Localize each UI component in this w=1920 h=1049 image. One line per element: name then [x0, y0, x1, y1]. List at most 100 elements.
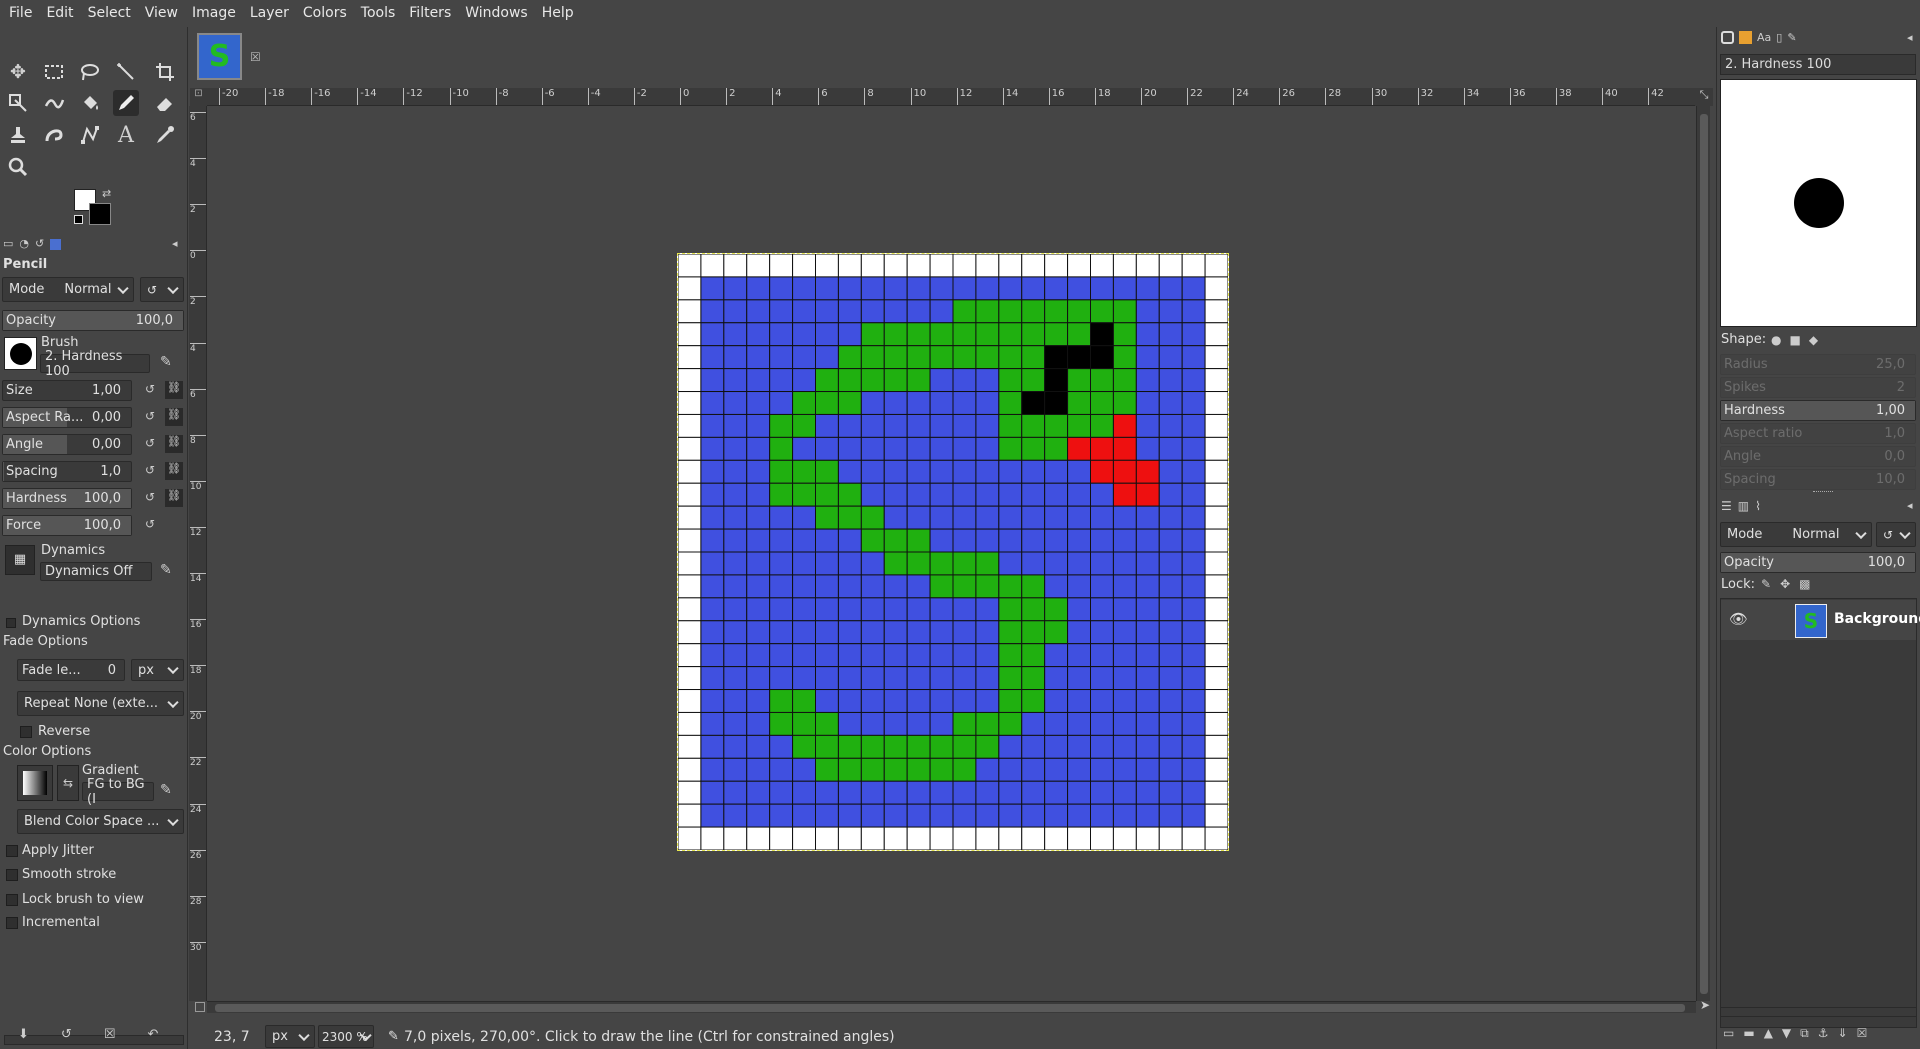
- fuzzy-select-tool-icon[interactable]: [113, 59, 139, 85]
- menu-help[interactable]: Help: [535, 0, 581, 27]
- apply-jitter-checkbox[interactable]: [6, 845, 18, 857]
- menu-layer[interactable]: Layer: [243, 0, 296, 27]
- color-picker-tool-icon[interactable]: [152, 122, 178, 148]
- default-colors-icon[interactable]: [74, 215, 83, 224]
- fade-length-field[interactable]: Fade le... 0: [17, 659, 125, 681]
- layers-tab-icon[interactable]: ☰: [1721, 499, 1732, 513]
- layers-configure-icon[interactable]: ◂: [1907, 499, 1913, 512]
- reset-mode-button[interactable]: ↺: [140, 277, 184, 302]
- brushes-configure-icon[interactable]: ◂: [1907, 31, 1913, 44]
- menu-view[interactable]: View: [138, 0, 185, 27]
- layer-mode-combo[interactable]: Mode Normal: [1720, 522, 1872, 547]
- opacity-slider[interactable]: Opacity 100,0: [2, 310, 184, 331]
- swap-colors-icon[interactable]: ⇄: [102, 187, 111, 200]
- pixel-art[interactable]: [677, 253, 1229, 851]
- menu-colors[interactable]: Colors: [296, 0, 354, 27]
- image-tab-thumbnail[interactable]: S: [197, 33, 242, 80]
- save-preset-icon[interactable]: ⬇: [18, 1027, 29, 1042]
- angle-slider[interactable]: Angle 0,00: [2, 434, 132, 455]
- brush-editor-tab-icon[interactable]: ✎: [1787, 31, 1796, 44]
- unit-combo[interactable]: px: [265, 1025, 315, 1048]
- fade-unit-combo[interactable]: px: [131, 659, 184, 681]
- aspect-reset-icon[interactable]: ↺: [145, 409, 155, 423]
- pencil-tool-icon[interactable]: [113, 90, 139, 116]
- menu-tools[interactable]: Tools: [354, 0, 403, 27]
- horizontal-scrollbar[interactable]: [207, 1001, 1696, 1013]
- lock-pixels-icon[interactable]: ✎: [1761, 577, 1771, 591]
- hardness-reset-icon[interactable]: ↺: [145, 490, 155, 504]
- brush-name-field[interactable]: 2. Hardness 100: [40, 349, 150, 379]
- dynamics-options-expander[interactable]: [6, 618, 16, 628]
- new-layer-icon[interactable]: ▭: [1723, 1026, 1734, 1041]
- warp-transform-tool-icon[interactable]: [41, 90, 67, 116]
- dynamics-icon[interactable]: ▦: [5, 545, 35, 575]
- eraser-tool-icon[interactable]: [152, 90, 178, 116]
- incremental-checkbox[interactable]: [6, 917, 18, 929]
- size-reset-icon[interactable]: ↺: [145, 382, 155, 396]
- lasso-tool-icon[interactable]: [77, 59, 103, 85]
- close-image-tab-icon[interactable]: ☒: [250, 50, 261, 64]
- circle-shape-icon[interactable]: ●: [1771, 333, 1781, 347]
- zoom-tool-icon[interactable]: [5, 154, 31, 180]
- new-layer-group-icon[interactable]: ▬: [1743, 1026, 1754, 1041]
- brush-editor-name[interactable]: 2. Hardness 100: [1720, 54, 1916, 75]
- vertical-scroll-thumb[interactable]: [1700, 114, 1708, 994]
- layer-name[interactable]: Background: [1834, 611, 1920, 627]
- lock-alpha-icon[interactable]: ▩: [1799, 577, 1810, 591]
- fonts-tab-icon[interactable]: Aa: [1757, 31, 1771, 44]
- menu-windows[interactable]: Windows: [458, 0, 535, 27]
- spacing-slider[interactable]: Spacing 1,0: [2, 461, 132, 482]
- anchor-layer-icon[interactable]: ⚓: [1818, 1026, 1829, 1041]
- brush-preview-button[interactable]: [4, 337, 37, 370]
- horizontal-ruler[interactable]: -20 -18 -16 -14 -12 -10 -8 -6 -4 -2 0 2 4 6 8 10 12 14 16 1…: [207, 88, 1695, 106]
- patterns-tab-icon[interactable]: [1739, 31, 1752, 44]
- edit-brush-icon[interactable]: ✎: [160, 354, 172, 370]
- restore-preset-icon[interactable]: ↺: [61, 1027, 72, 1042]
- background-color-swatch[interactable]: [89, 203, 111, 225]
- document-tab-icon[interactable]: ▯: [1776, 31, 1782, 44]
- menu-select[interactable]: Select: [81, 0, 138, 27]
- images-tab-icon[interactable]: [50, 239, 62, 250]
- edit-dynamics-icon[interactable]: ✎: [160, 562, 172, 578]
- zoom-combo[interactable]: 2300 %: [318, 1025, 374, 1048]
- hardness-link-icon[interactable]: ⛓: [165, 489, 183, 507]
- pane-handle[interactable]: [1813, 491, 1833, 495]
- navigate-icon[interactable]: ➤: [1700, 998, 1710, 1012]
- toggle-quick-mask-icon[interactable]: [195, 1002, 205, 1012]
- gradient-field[interactable]: FG to BG (I: [82, 777, 154, 807]
- brush-hardness-slider[interactable]: Hardness 1,00: [1720, 400, 1916, 421]
- rect-select-tool-icon[interactable]: [41, 59, 67, 85]
- quick-mask-corner-icon[interactable]: ⊡: [190, 88, 207, 106]
- vertical-scrollbar[interactable]: [1696, 106, 1710, 1001]
- repeat-combo[interactable]: Repeat None (exte...: [17, 691, 184, 716]
- unified-transform-tool-icon[interactable]: [5, 90, 31, 116]
- layers-scrollbar[interactable]: [1720, 1007, 1917, 1017]
- aspect-link-icon[interactable]: ⛓: [165, 408, 183, 426]
- force-reset-icon[interactable]: ↺: [145, 517, 155, 531]
- size-link-icon[interactable]: ⛓: [165, 381, 183, 399]
- tool-options-tab-icon[interactable]: ▭: [3, 237, 13, 250]
- reverse-checkbox[interactable]: [20, 726, 32, 738]
- brushes-tab-icon[interactable]: [1721, 31, 1734, 44]
- size-slider[interactable]: Size 1,00: [2, 380, 132, 401]
- text-tool-icon[interactable]: A: [113, 122, 139, 148]
- bucket-fill-tool-icon[interactable]: [77, 90, 103, 116]
- smudge-tool-icon[interactable]: [41, 122, 67, 148]
- smooth-stroke-checkbox[interactable]: [6, 869, 18, 881]
- horizontal-scroll-thumb[interactable]: [215, 1004, 1685, 1012]
- diamond-shape-icon[interactable]: ◆: [1809, 333, 1818, 347]
- channels-tab-icon[interactable]: ▥: [1738, 499, 1749, 513]
- layer-opacity-slider[interactable]: Opacity 100,0: [1720, 552, 1916, 573]
- force-slider[interactable]: Force 100,0: [2, 515, 132, 536]
- hardness-slider[interactable]: Hardness 100,0: [2, 488, 132, 509]
- duplicate-layer-icon[interactable]: ⧉: [1800, 1026, 1809, 1041]
- angle-reset-icon[interactable]: ↺: [145, 436, 155, 450]
- square-shape-icon[interactable]: ■: [1789, 333, 1800, 347]
- menu-filters[interactable]: Filters: [402, 0, 458, 27]
- eye-visibility-icon[interactable]: 👁: [1729, 610, 1748, 628]
- edit-gradient-icon[interactable]: ✎: [160, 782, 172, 798]
- merge-layer-icon[interactable]: ⇓: [1838, 1026, 1848, 1041]
- layer-mode-reset-button[interactable]: ↺: [1876, 522, 1916, 547]
- menu-image[interactable]: Image: [185, 0, 243, 27]
- layer-row[interactable]: 👁 S Background: [1721, 600, 1920, 640]
